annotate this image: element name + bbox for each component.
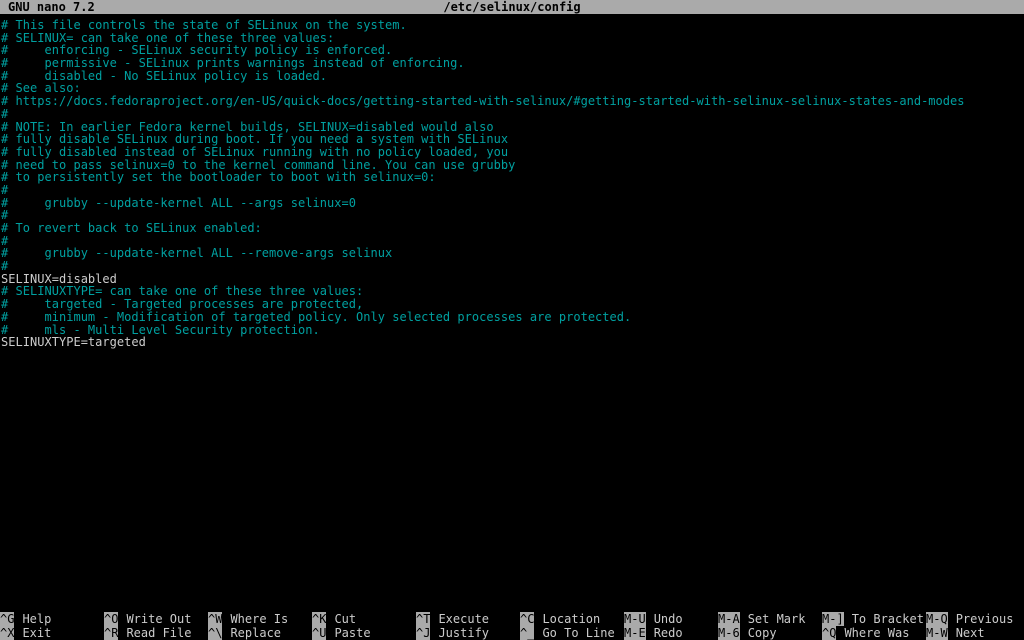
shortcut-key: ^R bbox=[104, 626, 119, 640]
shortcut-to-bracket[interactable]: M-] To Bracket bbox=[822, 612, 924, 626]
editor-line: # bbox=[1, 259, 9, 274]
titlebar-filename: /etc/selinux/config bbox=[443, 0, 581, 14]
editor-line: # bbox=[1, 182, 9, 197]
editor-line: # fully disable SELinux during boot. If … bbox=[1, 132, 509, 147]
editor-text-area[interactable]: # This file controls the state of SELinu… bbox=[0, 14, 1024, 612]
editor-line: # bbox=[1, 106, 9, 121]
shortcut-go-to-line[interactable]: ^_ Go To Line bbox=[520, 626, 615, 640]
editor-line: # disabled - No SELinux policy is loaded… bbox=[1, 68, 328, 83]
shortcut-location[interactable]: ^C Location bbox=[520, 612, 600, 626]
shortcut-footer: ^G Help ^O Write Out ^W Where Is ^K Cut ^T Execut… bbox=[0, 612, 1024, 640]
shortcut-key: ^T bbox=[416, 612, 431, 626]
shortcut-key: M-W bbox=[926, 626, 948, 640]
shortcut-key: M-6 bbox=[718, 626, 740, 640]
editor-line: # fully disabled instead of SELinux runn… bbox=[1, 144, 509, 159]
shortcut-label: Redo bbox=[653, 626, 683, 640]
shortcut-paste[interactable]: ^U Paste bbox=[312, 626, 371, 640]
shortcut-write-out[interactable]: ^O Write Out bbox=[104, 612, 191, 626]
shortcut-row-top: ^G Help ^O Write Out ^W Where Is ^K Cut ^T Execut… bbox=[0, 612, 1024, 626]
shortcut-label: Set Mark bbox=[747, 612, 806, 626]
shortcut-label: Previous bbox=[955, 612, 1014, 626]
editor-line: SELINUXTYPE=targeted bbox=[1, 335, 146, 350]
shortcut-label: Undo bbox=[653, 612, 683, 626]
editor-line: # minimum - Modification of targeted pol… bbox=[1, 309, 632, 324]
editor-line: # grubby --update-kernel ALL --args seli… bbox=[1, 195, 356, 210]
shortcut-label: Read File bbox=[126, 626, 192, 640]
shortcut-key: M-] bbox=[822, 612, 844, 626]
shortcut-where-was[interactable]: ^Q Where Was bbox=[822, 626, 909, 640]
shortcut-execute[interactable]: ^T Execute bbox=[416, 612, 489, 626]
shortcut-exit[interactable]: ^X Exit bbox=[0, 626, 51, 640]
shortcut-label: Justify bbox=[438, 626, 490, 640]
shortcut-justify[interactable]: ^J Justify bbox=[416, 626, 489, 640]
shortcut-label: To Bracket bbox=[851, 612, 924, 626]
editor-line: # https://docs.fedoraproject.org/en-US/q… bbox=[1, 94, 965, 109]
shortcut-redo[interactable]: M-E Redo bbox=[624, 626, 683, 640]
shortcut-replace[interactable]: ^\ Replace bbox=[208, 626, 281, 640]
shortcut-read-file[interactable]: ^R Read File bbox=[104, 626, 191, 640]
shortcut-previous[interactable]: M-Q Previous bbox=[926, 612, 1013, 626]
shortcut-label: Replace bbox=[230, 626, 282, 640]
shortcut-label: Paste bbox=[334, 626, 371, 640]
shortcut-label: Go To Line bbox=[542, 626, 615, 640]
shortcut-help[interactable]: ^G Help bbox=[0, 612, 51, 626]
shortcut-label: Write Out bbox=[126, 612, 192, 626]
editor-line: # mls - Multi Level Security protection. bbox=[1, 322, 320, 337]
shortcut-where-is[interactable]: ^W Where Is bbox=[208, 612, 288, 626]
shortcut-label: Location bbox=[542, 612, 601, 626]
shortcut-key: ^U bbox=[312, 626, 327, 640]
shortcut-label: Next bbox=[955, 626, 985, 640]
shortcut-set-mark[interactable]: M-A Set Mark bbox=[718, 612, 805, 626]
shortcut-label: Where Is bbox=[230, 612, 289, 626]
shortcut-key: ^_ bbox=[520, 626, 535, 640]
shortcut-key: M-Q bbox=[926, 612, 948, 626]
shortcut-key: ^X bbox=[0, 626, 15, 640]
titlebar: GNU nano 7.2 /etc/selinux/config bbox=[0, 0, 1024, 14]
editor-line: # to persistently set the bootloader to … bbox=[1, 170, 436, 185]
shortcut-key: M-U bbox=[624, 612, 646, 626]
nano-terminal-window: GNU nano 7.2 /etc/selinux/config # This … bbox=[0, 0, 1024, 640]
shortcut-label: Cut bbox=[334, 612, 357, 626]
shortcut-cut[interactable]: ^K Cut bbox=[312, 612, 356, 626]
shortcut-key: ^G bbox=[0, 612, 15, 626]
shortcut-key: ^K bbox=[312, 612, 327, 626]
editor-line: # grubby --update-kernel ALL --remove-ar… bbox=[1, 246, 393, 261]
shortcut-label: Help bbox=[22, 612, 52, 626]
editor-line: # To revert back to SELinux enabled: bbox=[1, 221, 262, 235]
editor-line: # permissive - SELinux prints warnings i… bbox=[1, 56, 465, 71]
shortcut-undo[interactable]: M-U Undo bbox=[624, 612, 683, 626]
shortcut-label: Where Was bbox=[844, 626, 910, 640]
shortcut-key: ^O bbox=[104, 612, 119, 626]
shortcut-key: ^Q bbox=[822, 626, 837, 640]
editor-line: # targeted - Targeted processes are prot… bbox=[1, 297, 364, 312]
shortcut-row-bottom: ^X Exit ^R Read File ^\ Replace ^U Paste ^J Justi… bbox=[0, 626, 1024, 640]
shortcut-key: ^J bbox=[416, 626, 431, 640]
shortcut-label: Exit bbox=[22, 626, 52, 640]
shortcut-next[interactable]: M-W Next bbox=[926, 626, 985, 640]
editor-line: # This file controls the state of SELinu… bbox=[1, 18, 407, 32]
shortcut-label: Execute bbox=[438, 612, 490, 626]
shortcut-key: ^\ bbox=[208, 626, 223, 640]
shortcut-key: M-A bbox=[718, 612, 740, 626]
shortcut-copy[interactable]: M-6 Copy bbox=[718, 626, 777, 640]
shortcut-label: Copy bbox=[747, 626, 777, 640]
shortcut-key: ^C bbox=[520, 612, 535, 626]
shortcut-key: ^W bbox=[208, 612, 223, 626]
shortcut-key: M-E bbox=[624, 626, 646, 640]
